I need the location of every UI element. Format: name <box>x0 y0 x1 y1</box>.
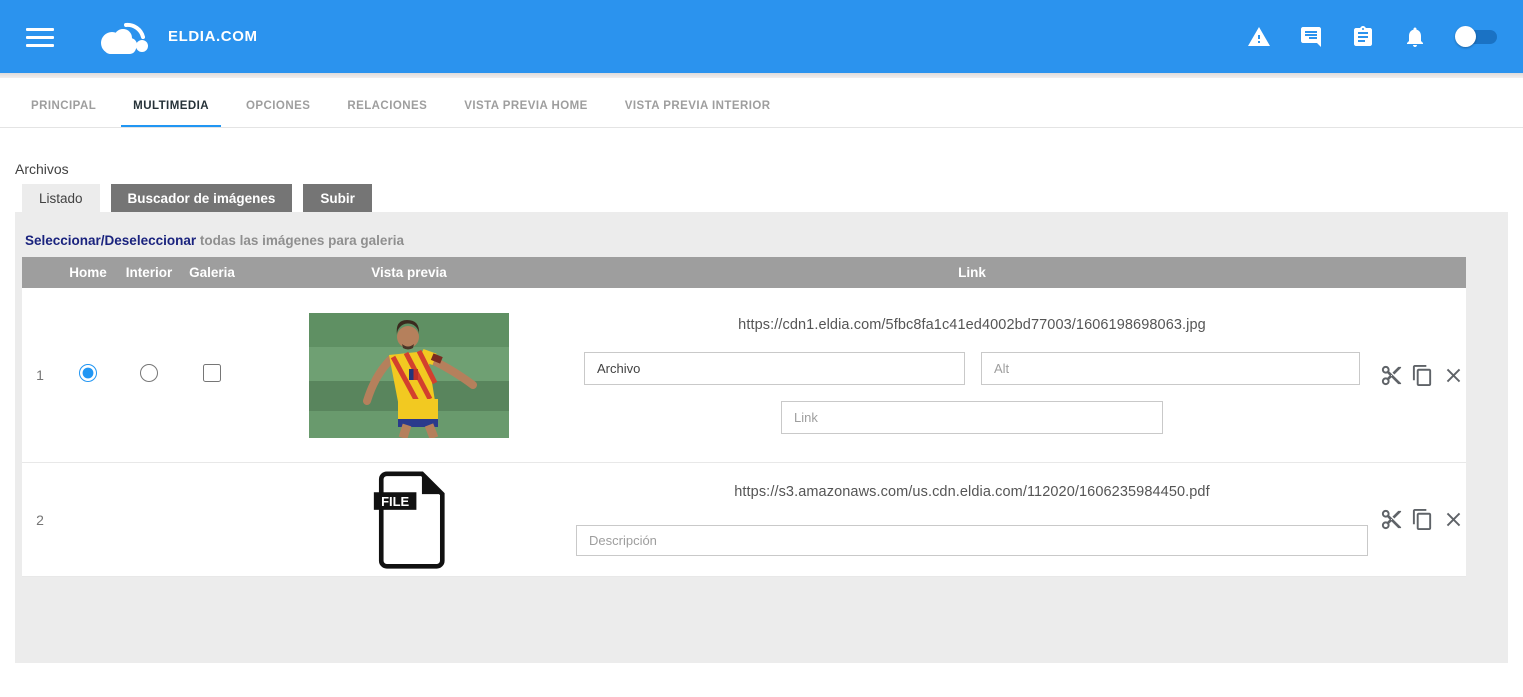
header-home: Home <box>58 265 118 280</box>
subtab-buscador[interactable]: Buscador de imágenes <box>111 184 293 212</box>
warning-icon[interactable] <box>1247 25 1271 49</box>
cut-icon[interactable] <box>1380 508 1403 531</box>
preview-cell: FILE <box>244 470 574 570</box>
header-galeria: Galeria <box>180 265 244 280</box>
header-interior: Interior <box>118 265 180 280</box>
tab-vista-previa-home[interactable]: VISTA PREVIA HOME <box>452 100 600 127</box>
tab-vista-previa-interior[interactable]: VISTA PREVIA INTERIOR <box>613 100 783 127</box>
table-row: 2 FILE https://s3.amazonaws.com/us.cdn.e… <box>22 463 1466 577</box>
link-input[interactable] <box>781 401 1163 434</box>
row-actions <box>1370 364 1466 387</box>
select-line-text: todas las imágenes para galeria <box>196 233 404 248</box>
image-thumbnail[interactable] <box>309 313 509 438</box>
header-link: Link <box>574 265 1370 280</box>
archivo-input[interactable] <box>584 352 965 385</box>
delete-icon[interactable] <box>1442 364 1465 387</box>
link-cell: https://cdn1.eldia.com/5fbc8fa1c41ed4002… <box>574 317 1370 434</box>
tab-relaciones[interactable]: RELACIONES <box>335 100 439 127</box>
alt-input[interactable] <box>981 352 1360 385</box>
file-url: https://cdn1.eldia.com/5fbc8fa1c41ed4002… <box>738 317 1206 333</box>
table-header-row: Home Interior Galeria Vista previa Link <box>22 257 1466 288</box>
files-table: Home Interior Galeria Vista previa Link … <box>22 257 1466 577</box>
cloud-logo-icon <box>92 15 154 59</box>
home-radio-cell <box>58 364 118 387</box>
row-index: 1 <box>22 367 58 383</box>
header-shadow-strip <box>0 73 1523 78</box>
tab-multimedia[interactable]: MULTIMEDIA <box>121 100 221 127</box>
galeria-checkbox[interactable] <box>203 364 221 382</box>
galeria-checkbox-cell <box>180 364 244 387</box>
tab-principal[interactable]: PRINCIPAL <box>19 100 108 127</box>
app-title: ELDIA.COM <box>168 28 258 45</box>
archivos-title: Archivos <box>15 161 1523 177</box>
copy-icon[interactable] <box>1411 364 1434 387</box>
archivos-subtabs: Listado Buscador de imágenes Subir <box>22 184 1523 212</box>
chat-icon[interactable] <box>1299 25 1323 49</box>
file-label: FILE <box>381 494 409 509</box>
interior-radio-cell <box>118 364 180 387</box>
main-tabbar: PRINCIPAL MULTIMEDIA OPCIONES RELACIONES… <box>0 78 1523 128</box>
cut-icon[interactable] <box>1380 364 1403 387</box>
select-all-line: Seleccionar/Deseleccionar todas las imág… <box>25 233 1508 248</box>
interior-radio[interactable] <box>140 364 158 382</box>
delete-icon[interactable] <box>1442 508 1465 531</box>
row-actions <box>1370 508 1466 531</box>
header-vista-previa: Vista previa <box>244 265 574 280</box>
file-document-icon[interactable]: FILE <box>372 470 446 570</box>
table-row: 1 <box>22 288 1466 463</box>
link-cell: https://s3.amazonaws.com/us.cdn.eldia.co… <box>574 484 1370 556</box>
descripcion-input[interactable] <box>576 525 1368 556</box>
tab-opciones[interactable]: OPCIONES <box>234 100 322 127</box>
copy-icon[interactable] <box>1411 508 1434 531</box>
toggle-switch[interactable] <box>1457 26 1497 48</box>
menu-icon[interactable] <box>26 23 54 52</box>
preview-cell <box>244 313 574 438</box>
file-url: https://s3.amazonaws.com/us.cdn.eldia.co… <box>734 484 1209 500</box>
listado-panel: Seleccionar/Deseleccionar todas las imág… <box>15 212 1508 663</box>
subtab-listado[interactable]: Listado <box>22 184 100 212</box>
clipboard-icon[interactable] <box>1351 25 1375 49</box>
row-index: 2 <box>22 512 58 528</box>
bell-icon[interactable] <box>1403 25 1427 49</box>
subtab-subir[interactable]: Subir <box>303 184 372 212</box>
select-deselect-link[interactable]: Seleccionar/Deseleccionar <box>25 233 196 248</box>
app-header: ELDIA.COM <box>0 0 1523 73</box>
home-radio[interactable] <box>79 364 97 382</box>
